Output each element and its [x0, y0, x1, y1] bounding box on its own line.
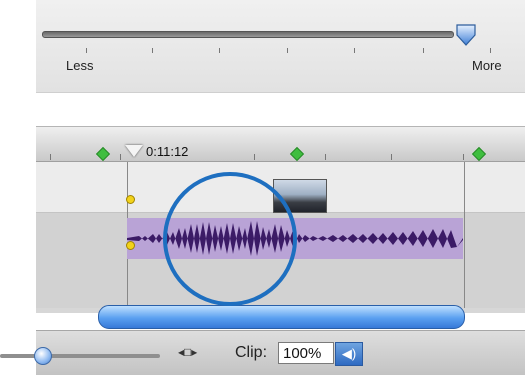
audio-marker-pin[interactable]: [126, 241, 135, 250]
audio-marker-pin[interactable]: [126, 195, 135, 204]
ruler-tick: [391, 154, 392, 160]
slider-tick: [219, 48, 220, 53]
slider-max-label: More: [472, 58, 502, 73]
zoom-highlight-circle: [163, 172, 297, 306]
slider-tick: [354, 48, 355, 53]
ruler-tick: [50, 154, 51, 160]
slider-min-label: Less: [66, 58, 94, 73]
zoom-slider-knob[interactable]: [34, 347, 52, 365]
clip-volume-label: Clip:: [235, 344, 268, 361]
playhead-icon[interactable]: [125, 145, 143, 157]
speaker-icon[interactable]: ◀): [335, 342, 363, 366]
slider-track[interactable]: [42, 31, 454, 38]
slider-tick: [423, 48, 424, 53]
slider-tick: [287, 48, 288, 53]
ruler-tick: [120, 154, 121, 160]
zoom-slider-track[interactable]: [0, 354, 160, 358]
ruler-tick: [463, 154, 464, 160]
timeline-ruler[interactable]: [36, 127, 525, 162]
slider-thumb[interactable]: [455, 23, 477, 47]
ruler-tick: [254, 154, 255, 160]
playhead-timecode: 0:11:12: [146, 144, 189, 159]
volume-slider-panel: [36, 0, 525, 93]
slider-tick: [152, 48, 153, 53]
fit-icon[interactable]: ◂□▸: [178, 345, 197, 359]
clip-volume-field[interactable]: 100%: [278, 342, 334, 364]
timeline-scrollbar[interactable]: [98, 305, 465, 329]
slider-tick: [490, 48, 491, 53]
ruler-tick: [325, 154, 326, 160]
slider-tick: [86, 48, 87, 53]
